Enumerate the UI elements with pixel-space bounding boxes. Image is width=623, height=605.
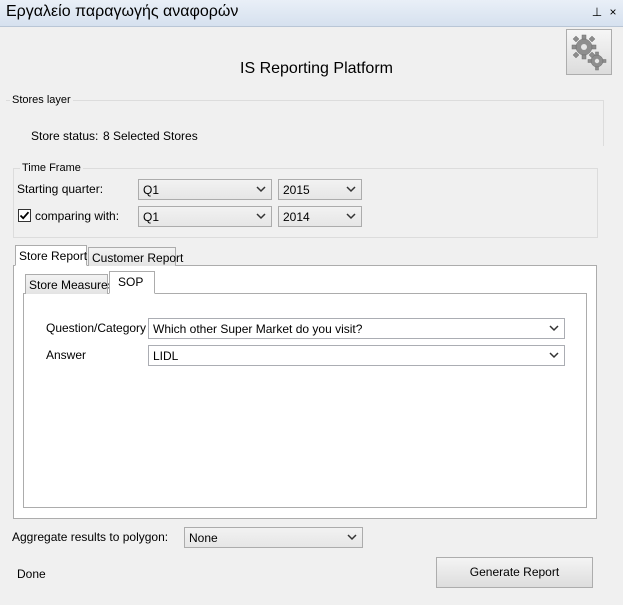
chevron-down-icon — [347, 534, 357, 541]
store-status-label: Store status: — [31, 129, 99, 143]
tab-customer-report-label: Customer Report — [92, 251, 184, 265]
chevron-down-icon — [549, 352, 559, 359]
question-select[interactable]: Which other Super Market do you visit? — [148, 318, 565, 339]
status-text: Done — [17, 567, 46, 581]
aggregate-label: Aggregate results to polygon: — [12, 530, 169, 544]
chevron-down-icon — [256, 186, 266, 193]
tab-store-report[interactable]: Store Report — [15, 245, 87, 266]
chevron-down-icon — [256, 213, 266, 220]
generate-report-label: Generate Report — [469, 565, 560, 579]
starting-quarter-label: Starting quarter: — [17, 182, 104, 196]
window-title: Εργαλείο παραγωγής αναφορών — [6, 3, 239, 20]
comparing-year-value: 2014 — [283, 210, 310, 224]
starting-quarter-select[interactable]: Q1 — [138, 179, 272, 200]
close-icon[interactable]: × — [606, 4, 620, 20]
time-frame-label: Time Frame — [20, 162, 83, 174]
generate-report-button[interactable]: Generate Report — [436, 557, 593, 588]
comparing-quarter-select[interactable]: Q1 — [138, 206, 272, 227]
tab-customer-report[interactable]: Customer Report — [88, 247, 183, 266]
aggregate-select[interactable]: None — [184, 527, 363, 548]
pin-icon[interactable]: ⊥ — [590, 4, 604, 20]
answer-label: Answer — [46, 348, 87, 362]
stores-layer-label: Stores layer — [10, 94, 73, 106]
starting-year-value: 2015 — [283, 183, 310, 197]
chevron-down-icon — [549, 325, 559, 332]
starting-quarter-value: Q1 — [143, 183, 160, 197]
app-title: IS Reporting Platform — [240, 60, 393, 77]
chevron-down-icon — [346, 213, 356, 220]
starting-year-select[interactable]: 2015 — [278, 179, 362, 200]
tab-sop[interactable]: SOP — [109, 271, 155, 294]
tab-store-measures[interactable]: Store Measures — [25, 274, 114, 294]
tab-sop-label: SOP — [118, 275, 144, 289]
comparing-quarter-value: Q1 — [143, 210, 160, 224]
answer-select[interactable]: LIDL — [148, 345, 565, 366]
comparing-checkbox[interactable] — [18, 209, 31, 222]
chevron-down-icon — [346, 186, 356, 193]
tab-store-report-label: Store Report — [19, 249, 88, 263]
aggregate-value: None — [189, 531, 218, 545]
tab-store-measures-label: Store Measures — [29, 278, 114, 292]
comparing-label: comparing with: — [35, 209, 120, 223]
question-label: Question/Category — [46, 321, 147, 335]
comparing-year-select[interactable]: 2014 — [278, 206, 362, 227]
store-status-value: 8 Selected Stores — [103, 129, 198, 143]
window-titlebar: Εργαλείο παραγωγής αναφορών ⊥ × — [0, 0, 623, 27]
checkmark-icon — [19, 211, 30, 220]
answer-value: LIDL — [153, 349, 179, 363]
question-value: Which other Super Market do you visit? — [153, 322, 363, 336]
